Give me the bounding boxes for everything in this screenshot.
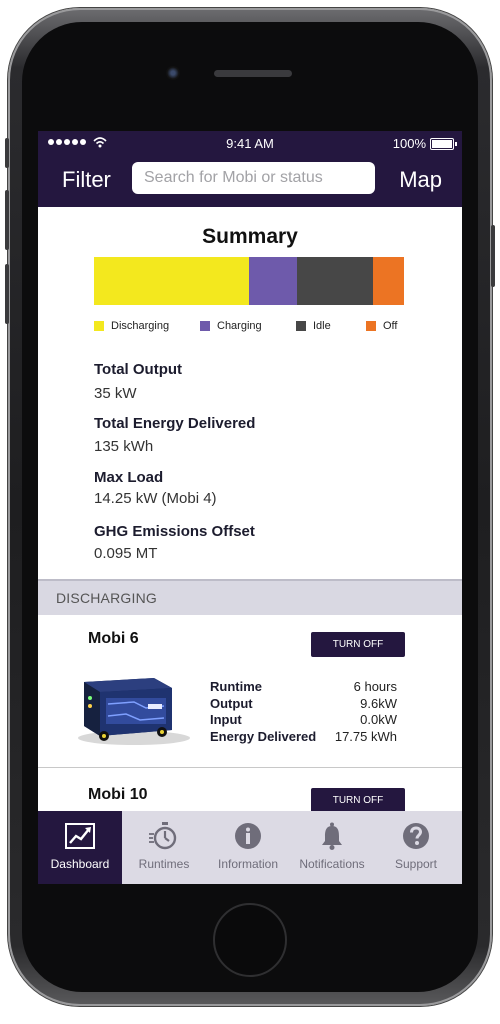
trend-chart-icon — [65, 823, 95, 849]
mobi-name: Mobi 6 — [88, 630, 139, 647]
volume-down-button — [5, 264, 9, 324]
filter-button[interactable]: Filter — [62, 167, 111, 193]
tab-label: Runtimes — [138, 857, 190, 871]
status-legend: Discharging Charging Idle Off — [94, 320, 414, 334]
stat-label-total-output: Total Output — [94, 361, 183, 378]
legend-label: Idle — [313, 320, 331, 332]
runtime-label: Runtime — [210, 679, 262, 694]
app-header: Filter Map — [38, 155, 462, 207]
search-input[interactable] — [132, 162, 375, 194]
summary-title: Summary — [202, 225, 298, 248]
breakdown-segment-off — [372, 257, 404, 305]
legend-swatch — [296, 321, 306, 331]
legend-label: Charging — [217, 320, 262, 332]
turn-off-button[interactable]: TURN OFF — [311, 632, 405, 657]
stat-label-ghg-offset: GHG Emissions Offset — [94, 523, 255, 540]
tab-label: Support — [394, 857, 438, 871]
status-breakdown-bar — [94, 257, 404, 305]
front-camera — [166, 66, 180, 80]
stat-value-total-output: 35 kW — [94, 385, 137, 402]
legend-item-idle: Idle — [296, 320, 331, 332]
legend-item-discharging: Discharging — [94, 320, 169, 332]
battery-percent: 100% — [392, 136, 426, 151]
tab-notifications[interactable]: Notifications — [290, 811, 374, 884]
output-label: Output — [210, 696, 253, 711]
input-label: Input — [210, 712, 242, 727]
home-button[interactable] — [213, 903, 287, 977]
output-value: 9.6kW — [360, 696, 397, 711]
section-title: DISCHARGING — [56, 590, 157, 606]
legend-item-off: Off — [366, 320, 397, 332]
bell-icon — [322, 822, 342, 850]
tab-label: Information — [217, 857, 279, 871]
tab-label: Dashboard — [50, 857, 110, 871]
tab-runtimes[interactable]: Runtimes — [122, 811, 206, 884]
stopwatch-icon — [149, 822, 177, 850]
tab-support[interactable]: Support — [374, 811, 458, 884]
help-icon — [403, 823, 429, 849]
map-button[interactable]: Map — [399, 167, 442, 193]
volume-up-button — [5, 190, 9, 250]
tab-information[interactable]: Information — [206, 811, 290, 884]
app-screen: 9:41 AM 100% Filter Map Summary Discharg… — [38, 131, 462, 884]
tab-dashboard[interactable]: Dashboard — [38, 811, 122, 884]
energy-delivered-label: Energy Delivered — [210, 729, 317, 744]
legend-label: Discharging — [111, 320, 170, 332]
energy-delivered-value: 17.75 kWh — [334, 729, 397, 744]
stat-label-total-energy: Total Energy Delivered — [94, 415, 256, 432]
legend-swatch — [200, 321, 210, 331]
stat-label-max-load: Max Load — [94, 469, 164, 486]
mute-switch — [5, 138, 9, 168]
breakdown-segment-charging — [249, 257, 298, 305]
battery-icon — [430, 138, 457, 150]
earpiece-speaker — [214, 70, 292, 77]
breakdown-segment-idle — [297, 257, 373, 305]
stat-value-total-energy: 135 kWh — [94, 438, 154, 455]
legend-swatch — [94, 321, 104, 331]
stat-value-max-load: 14.25 kW (Mobi 4) — [94, 490, 217, 507]
tab-bar: Dashboard Runtimes Information Notificat… — [38, 811, 462, 884]
legend-item-charging: Charging — [200, 320, 262, 332]
section-header-discharging: DISCHARGING — [38, 579, 462, 615]
turn-off-button[interactable]: TURN OFF — [311, 788, 405, 813]
stat-value-ghg-offset: 0.095 MT — [94, 545, 158, 562]
legend-swatch — [366, 321, 376, 331]
legend-label: Off — [383, 320, 398, 332]
input-value: 0.0kW — [360, 712, 397, 727]
breakdown-segment-discharging — [94, 257, 249, 305]
mobi-name: Mobi 10 — [88, 786, 148, 803]
status-bar: 9:41 AM 100% — [38, 131, 462, 155]
info-icon — [235, 823, 261, 849]
tab-label: Notifications — [299, 857, 365, 871]
card-divider — [38, 767, 462, 768]
power-button — [491, 225, 495, 287]
mobi-generator-image — [78, 678, 190, 745]
runtime-value: 6 hours — [353, 679, 397, 694]
